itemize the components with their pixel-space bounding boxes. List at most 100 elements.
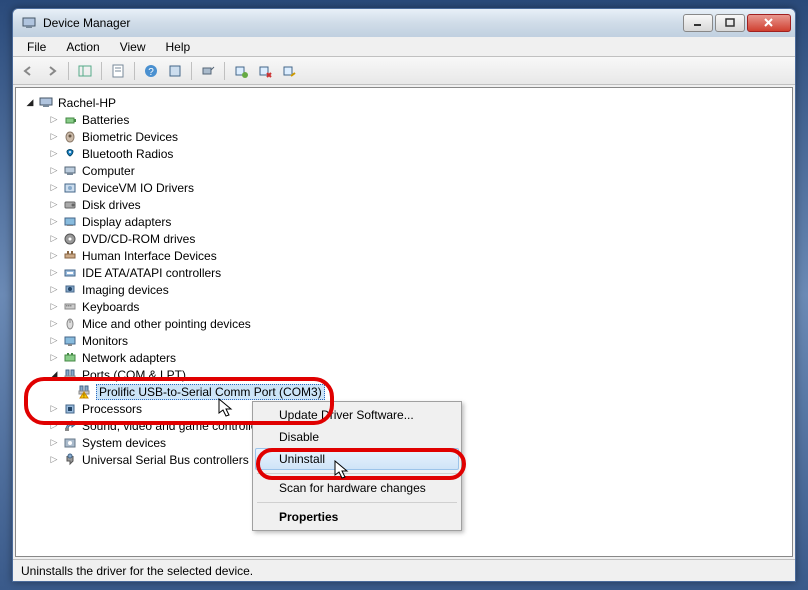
device-category-icon — [62, 299, 78, 315]
disable-button[interactable] — [278, 60, 300, 82]
category-item[interactable]: ▷Batteries — [20, 111, 788, 128]
device-category-icon — [62, 316, 78, 332]
close-button[interactable] — [747, 14, 791, 32]
category-label: Processors — [82, 402, 142, 416]
category-item[interactable]: ▷ Monitors — [20, 332, 788, 349]
category-item[interactable]: ▷ Human Interface Devices — [20, 247, 788, 264]
expander-open-icon[interactable]: ◢ — [24, 97, 36, 109]
device-category-icon — [62, 248, 78, 264]
expander-icon[interactable]: ▷ — [48, 318, 60, 330]
ctx-separator — [257, 473, 457, 474]
category-ports-label: Ports (COM & LPT) — [82, 368, 186, 382]
maximize-button[interactable] — [715, 14, 745, 32]
expander-icon[interactable]: ▷ — [48, 148, 60, 160]
ctx-separator — [257, 502, 457, 503]
device-category-icon — [62, 350, 78, 366]
category-label: Monitors — [82, 334, 128, 348]
ctx-update-driver[interactable]: Update Driver Software... — [255, 404, 459, 426]
category-label: Imaging devices — [82, 283, 169, 297]
category-label: DeviceVM IO Drivers — [82, 181, 194, 195]
expander-icon[interactable]: ▷ — [48, 165, 60, 177]
device-category-icon — [62, 180, 78, 196]
properties-button[interactable] — [107, 60, 129, 82]
expander-icon[interactable]: ▷ — [48, 454, 60, 466]
expander-icon[interactable]: ▷ — [48, 199, 60, 211]
device-category-icon — [62, 231, 78, 247]
device-category-icon — [62, 163, 78, 179]
device-category-icon — [62, 282, 78, 298]
help-button[interactable]: ? — [140, 60, 162, 82]
device-category-icon — [62, 265, 78, 281]
category-label: System devices — [82, 436, 166, 450]
action-button[interactable] — [164, 60, 186, 82]
expander-icon[interactable]: ▷ — [48, 301, 60, 313]
scan-button[interactable] — [197, 60, 219, 82]
device-category-icon — [62, 435, 78, 451]
expander-icon[interactable]: ▷ — [48, 403, 60, 415]
expander-icon[interactable]: ▷ — [48, 250, 60, 262]
expander-icon[interactable]: ▷ — [48, 216, 60, 228]
update-driver-button[interactable] — [230, 60, 252, 82]
expander-icon[interactable]: ▷ — [48, 284, 60, 296]
expander-icon[interactable]: ▷ — [48, 420, 60, 432]
category-item[interactable]: ▷Display adapters — [20, 213, 788, 230]
expander-icon[interactable]: ▷ — [48, 131, 60, 143]
category-item[interactable]: ▷ Disk drives — [20, 196, 788, 213]
statusbar-text: Uninstalls the driver for the selected d… — [21, 564, 253, 578]
port-warning-icon: ! — [76, 384, 92, 400]
svg-text:?: ? — [148, 67, 154, 78]
category-item[interactable]: ▷Biometric Devices — [20, 128, 788, 145]
category-label: Disk drives — [82, 198, 141, 212]
expander-icon[interactable]: ▷ — [48, 267, 60, 279]
device-category-icon — [62, 333, 78, 349]
category-item[interactable]: ▷Network adapters — [20, 349, 788, 366]
port-icon — [62, 367, 78, 383]
device-category-icon — [62, 197, 78, 213]
device-prolific-port[interactable]: ! Prolific USB-to-Serial Comm Port (COM3… — [20, 383, 788, 400]
category-ports[interactable]: ◢ Ports (COM & LPT) — [20, 366, 788, 383]
category-item[interactable]: ▷Bluetooth Radios — [20, 145, 788, 162]
statusbar: Uninstalls the driver for the selected d… — [13, 559, 795, 581]
category-item[interactable]: ▷ Keyboards — [20, 298, 788, 315]
forward-button[interactable] — [41, 60, 63, 82]
menu-help[interactable]: Help — [156, 38, 201, 56]
minimize-button[interactable] — [683, 14, 713, 32]
expander-icon[interactable]: ▷ — [48, 437, 60, 449]
category-item[interactable]: ▷ IDE ATA/ATAPI controllers — [20, 264, 788, 281]
device-prolific-port-label: Prolific USB-to-Serial Comm Port (COM3) — [96, 384, 325, 400]
category-item[interactable]: ▷DVD/CD-ROM drives — [20, 230, 788, 247]
ctx-disable[interactable]: Disable — [255, 426, 459, 448]
titlebar[interactable]: Device Manager — [13, 9, 795, 37]
uninstall-button[interactable] — [254, 60, 276, 82]
ctx-scan[interactable]: Scan for hardware changes — [255, 477, 459, 499]
category-item[interactable]: ▷ Computer — [20, 162, 788, 179]
root-node[interactable]: ◢ Rachel-HP — [20, 94, 788, 111]
menu-view[interactable]: View — [110, 38, 156, 56]
context-menu: Update Driver Software... Disable Uninst… — [252, 401, 462, 531]
menu-action[interactable]: Action — [56, 38, 109, 56]
category-item[interactable]: ▷Mice and other pointing devices — [20, 315, 788, 332]
ctx-properties[interactable]: Properties — [255, 506, 459, 528]
category-label: Computer — [82, 164, 135, 178]
show-hide-tree-button[interactable] — [74, 60, 96, 82]
device-category-icon — [62, 129, 78, 145]
category-item[interactable]: ▷ Imaging devices — [20, 281, 788, 298]
expander-icon[interactable]: ▷ — [48, 233, 60, 245]
device-category-icon — [62, 418, 78, 434]
expander-icon[interactable]: ▷ — [48, 182, 60, 194]
window-title: Device Manager — [43, 16, 681, 30]
category-label: IDE ATA/ATAPI controllers — [82, 266, 221, 280]
device-category-icon — [62, 214, 78, 230]
category-label: Keyboards — [82, 300, 139, 314]
back-button[interactable] — [17, 60, 39, 82]
expander-icon[interactable]: ▷ — [48, 114, 60, 126]
toolbar: ? — [13, 57, 795, 85]
expander-icon[interactable]: ▷ — [48, 335, 60, 347]
device-category-icon — [62, 401, 78, 417]
menu-file[interactable]: File — [17, 38, 56, 56]
category-label: Human Interface Devices — [82, 249, 217, 263]
category-item[interactable]: ▷ DeviceVM IO Drivers — [20, 179, 788, 196]
ctx-uninstall[interactable]: Uninstall — [255, 448, 459, 470]
expander-icon[interactable]: ▷ — [48, 352, 60, 364]
expander-open-icon[interactable]: ◢ — [48, 369, 60, 381]
